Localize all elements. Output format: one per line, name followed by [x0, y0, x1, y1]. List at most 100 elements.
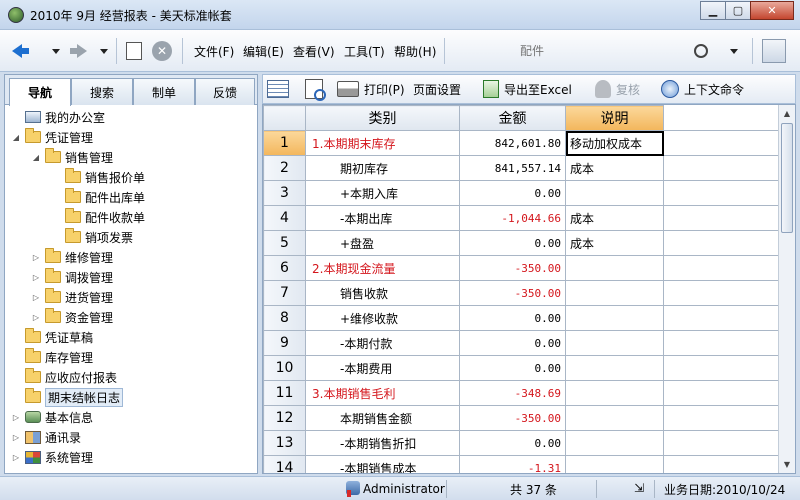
table-row[interactable]: 7 销售收款 -350.00	[263, 280, 780, 306]
amount-cell[interactable]: -348.69	[459, 380, 566, 406]
category-cell[interactable]: +盘盈	[305, 230, 460, 256]
column-header-note[interactable]: 说明	[565, 105, 664, 131]
row-number[interactable]: 12	[263, 405, 306, 431]
category-cell[interactable]: 销售收款	[305, 280, 460, 306]
category-cell[interactable]: 3.本期销售毛利	[305, 380, 460, 406]
amount-cell[interactable]: -1.31	[459, 455, 566, 473]
tab-search[interactable]: 搜索	[71, 78, 133, 105]
stop-button[interactable]: ✕	[152, 30, 172, 72]
tree-item[interactable]: 库存管理	[11, 347, 93, 367]
row-number[interactable]: 4	[263, 205, 306, 231]
amount-cell[interactable]: 0.00	[459, 230, 566, 256]
column-header-amount[interactable]: 金额	[459, 105, 566, 131]
tab-create-voucher[interactable]: 制单	[133, 78, 195, 105]
export-excel-button[interactable]: 导出至Excel	[483, 75, 572, 103]
category-cell[interactable]: +本期入库	[305, 180, 460, 206]
note-cell[interactable]	[565, 255, 664, 281]
review-button[interactable]: 复核	[595, 75, 640, 103]
note-cell[interactable]	[565, 180, 664, 206]
tree-item[interactable]: 配件收款单	[51, 207, 145, 227]
maximize-button[interactable]: ▢	[725, 1, 751, 20]
back-button[interactable]	[12, 30, 29, 72]
tree-item[interactable]: 期末结帐日志	[11, 387, 124, 407]
tree-item[interactable]: ◢ 凭证管理	[11, 127, 93, 147]
note-cell[interactable]	[565, 430, 664, 456]
row-number[interactable]: 2	[263, 155, 306, 181]
note-cell[interactable]: 移动加权成本	[565, 130, 664, 156]
tree-item[interactable]: ▷ 基本信息	[11, 407, 93, 427]
row-number[interactable]: 11	[263, 380, 306, 406]
page-setup-button[interactable]: 页面设置	[413, 75, 461, 103]
menu-file[interactable]: 文件(F)	[194, 43, 234, 60]
note-cell[interactable]	[565, 280, 664, 306]
back-dropdown[interactable]	[52, 30, 60, 72]
note-cell[interactable]	[565, 330, 664, 356]
note-cell[interactable]	[565, 305, 664, 331]
expand-toggle-icon[interactable]: ◢	[31, 153, 41, 162]
row-number[interactable]: 5	[263, 230, 306, 256]
search-button[interactable]	[694, 30, 708, 72]
tree-item[interactable]: ▷ 进货管理	[31, 287, 113, 307]
search-dropdown[interactable]	[730, 30, 738, 72]
table-row[interactable]: 2 期初库存 841,557.14 成本	[263, 155, 780, 181]
tree-item[interactable]: ▷ 维修管理	[31, 247, 113, 267]
note-cell[interactable]	[565, 455, 664, 473]
table-row[interactable]: 9 -本期付款 0.00	[263, 330, 780, 356]
list-view-button[interactable]	[267, 75, 294, 103]
amount-cell[interactable]: 842,601.80	[459, 130, 566, 156]
note-cell[interactable]: 成本	[565, 155, 664, 181]
tree-item[interactable]: ▷ 调拨管理	[31, 267, 113, 287]
amount-cell[interactable]: 0.00	[459, 430, 566, 456]
amount-cell[interactable]: -350.00	[459, 255, 566, 281]
print-preview-button[interactable]	[305, 75, 328, 103]
amount-cell[interactable]: -350.00	[459, 280, 566, 306]
vertical-scrollbar[interactable]: ▲ ▼	[778, 105, 795, 473]
expand-toggle-icon[interactable]: ▷	[31, 253, 41, 262]
row-number[interactable]: 10	[263, 355, 306, 381]
category-cell[interactable]: -本期销售折扣	[305, 430, 460, 456]
table-row[interactable]: 8 +维修收款 0.00	[263, 305, 780, 331]
table-row[interactable]: 13 -本期销售折扣 0.00	[263, 430, 780, 456]
category-cell[interactable]: -本期销售成本	[305, 455, 460, 473]
search-input[interactable]	[520, 40, 720, 62]
refresh-button[interactable]	[126, 30, 142, 72]
expand-toggle-icon[interactable]: ▷	[11, 433, 21, 442]
category-cell[interactable]: 1.本期期末库存	[305, 130, 460, 156]
note-cell[interactable]	[565, 380, 664, 406]
tab-feedback[interactable]: 反馈	[195, 78, 255, 105]
tree-item[interactable]: ▷ 系统管理	[11, 447, 93, 467]
note-cell[interactable]: 成本	[565, 230, 664, 256]
row-number[interactable]: 14	[263, 455, 306, 473]
tree-item[interactable]: 我的办公室	[11, 107, 105, 127]
row-number[interactable]: 6	[263, 255, 306, 281]
expand-toggle-icon[interactable]: ▷	[31, 273, 41, 282]
category-cell[interactable]: +维修收款	[305, 305, 460, 331]
context-command-button[interactable]: 上下文命令	[661, 75, 744, 103]
row-number[interactable]: 8	[263, 305, 306, 331]
row-number[interactable]: 1	[263, 130, 306, 156]
category-cell[interactable]: 2.本期现金流量	[305, 255, 460, 281]
scroll-up-icon[interactable]: ▲	[779, 105, 795, 122]
table-row[interactable]: 14 -本期销售成本 -1.31	[263, 455, 780, 473]
amount-cell[interactable]: 841,557.14	[459, 155, 566, 181]
category-cell[interactable]: -本期付款	[305, 330, 460, 356]
amount-cell[interactable]: 0.00	[459, 180, 566, 206]
amount-cell[interactable]: -350.00	[459, 405, 566, 431]
forward-button[interactable]	[70, 30, 87, 72]
tree-item[interactable]: ▷ 资金管理	[31, 307, 113, 327]
menu-view[interactable]: 查看(V)	[293, 43, 335, 60]
tree-item[interactable]: 凭证草稿	[11, 327, 93, 347]
table-row[interactable]: 10 -本期费用 0.00	[263, 355, 780, 381]
table-row[interactable]: 12 本期销售金额 -350.00	[263, 405, 780, 431]
table-row[interactable]: 4 -本期出库 -1,044.66 成本	[263, 205, 780, 231]
tab-navigation[interactable]: 导航	[9, 78, 71, 106]
note-cell[interactable]	[565, 355, 664, 381]
amount-cell[interactable]: 0.00	[459, 330, 566, 356]
table-row[interactable]: 11 3.本期销售毛利 -348.69	[263, 380, 780, 406]
user-avatar-button[interactable]	[762, 30, 786, 72]
menu-edit[interactable]: 编辑(E)	[243, 43, 284, 60]
expand-toggle-icon[interactable]: ▷	[31, 313, 41, 322]
amount-cell[interactable]: -1,044.66	[459, 205, 566, 231]
scroll-down-icon[interactable]: ▼	[779, 456, 795, 473]
close-button[interactable]: ✕	[750, 1, 794, 20]
